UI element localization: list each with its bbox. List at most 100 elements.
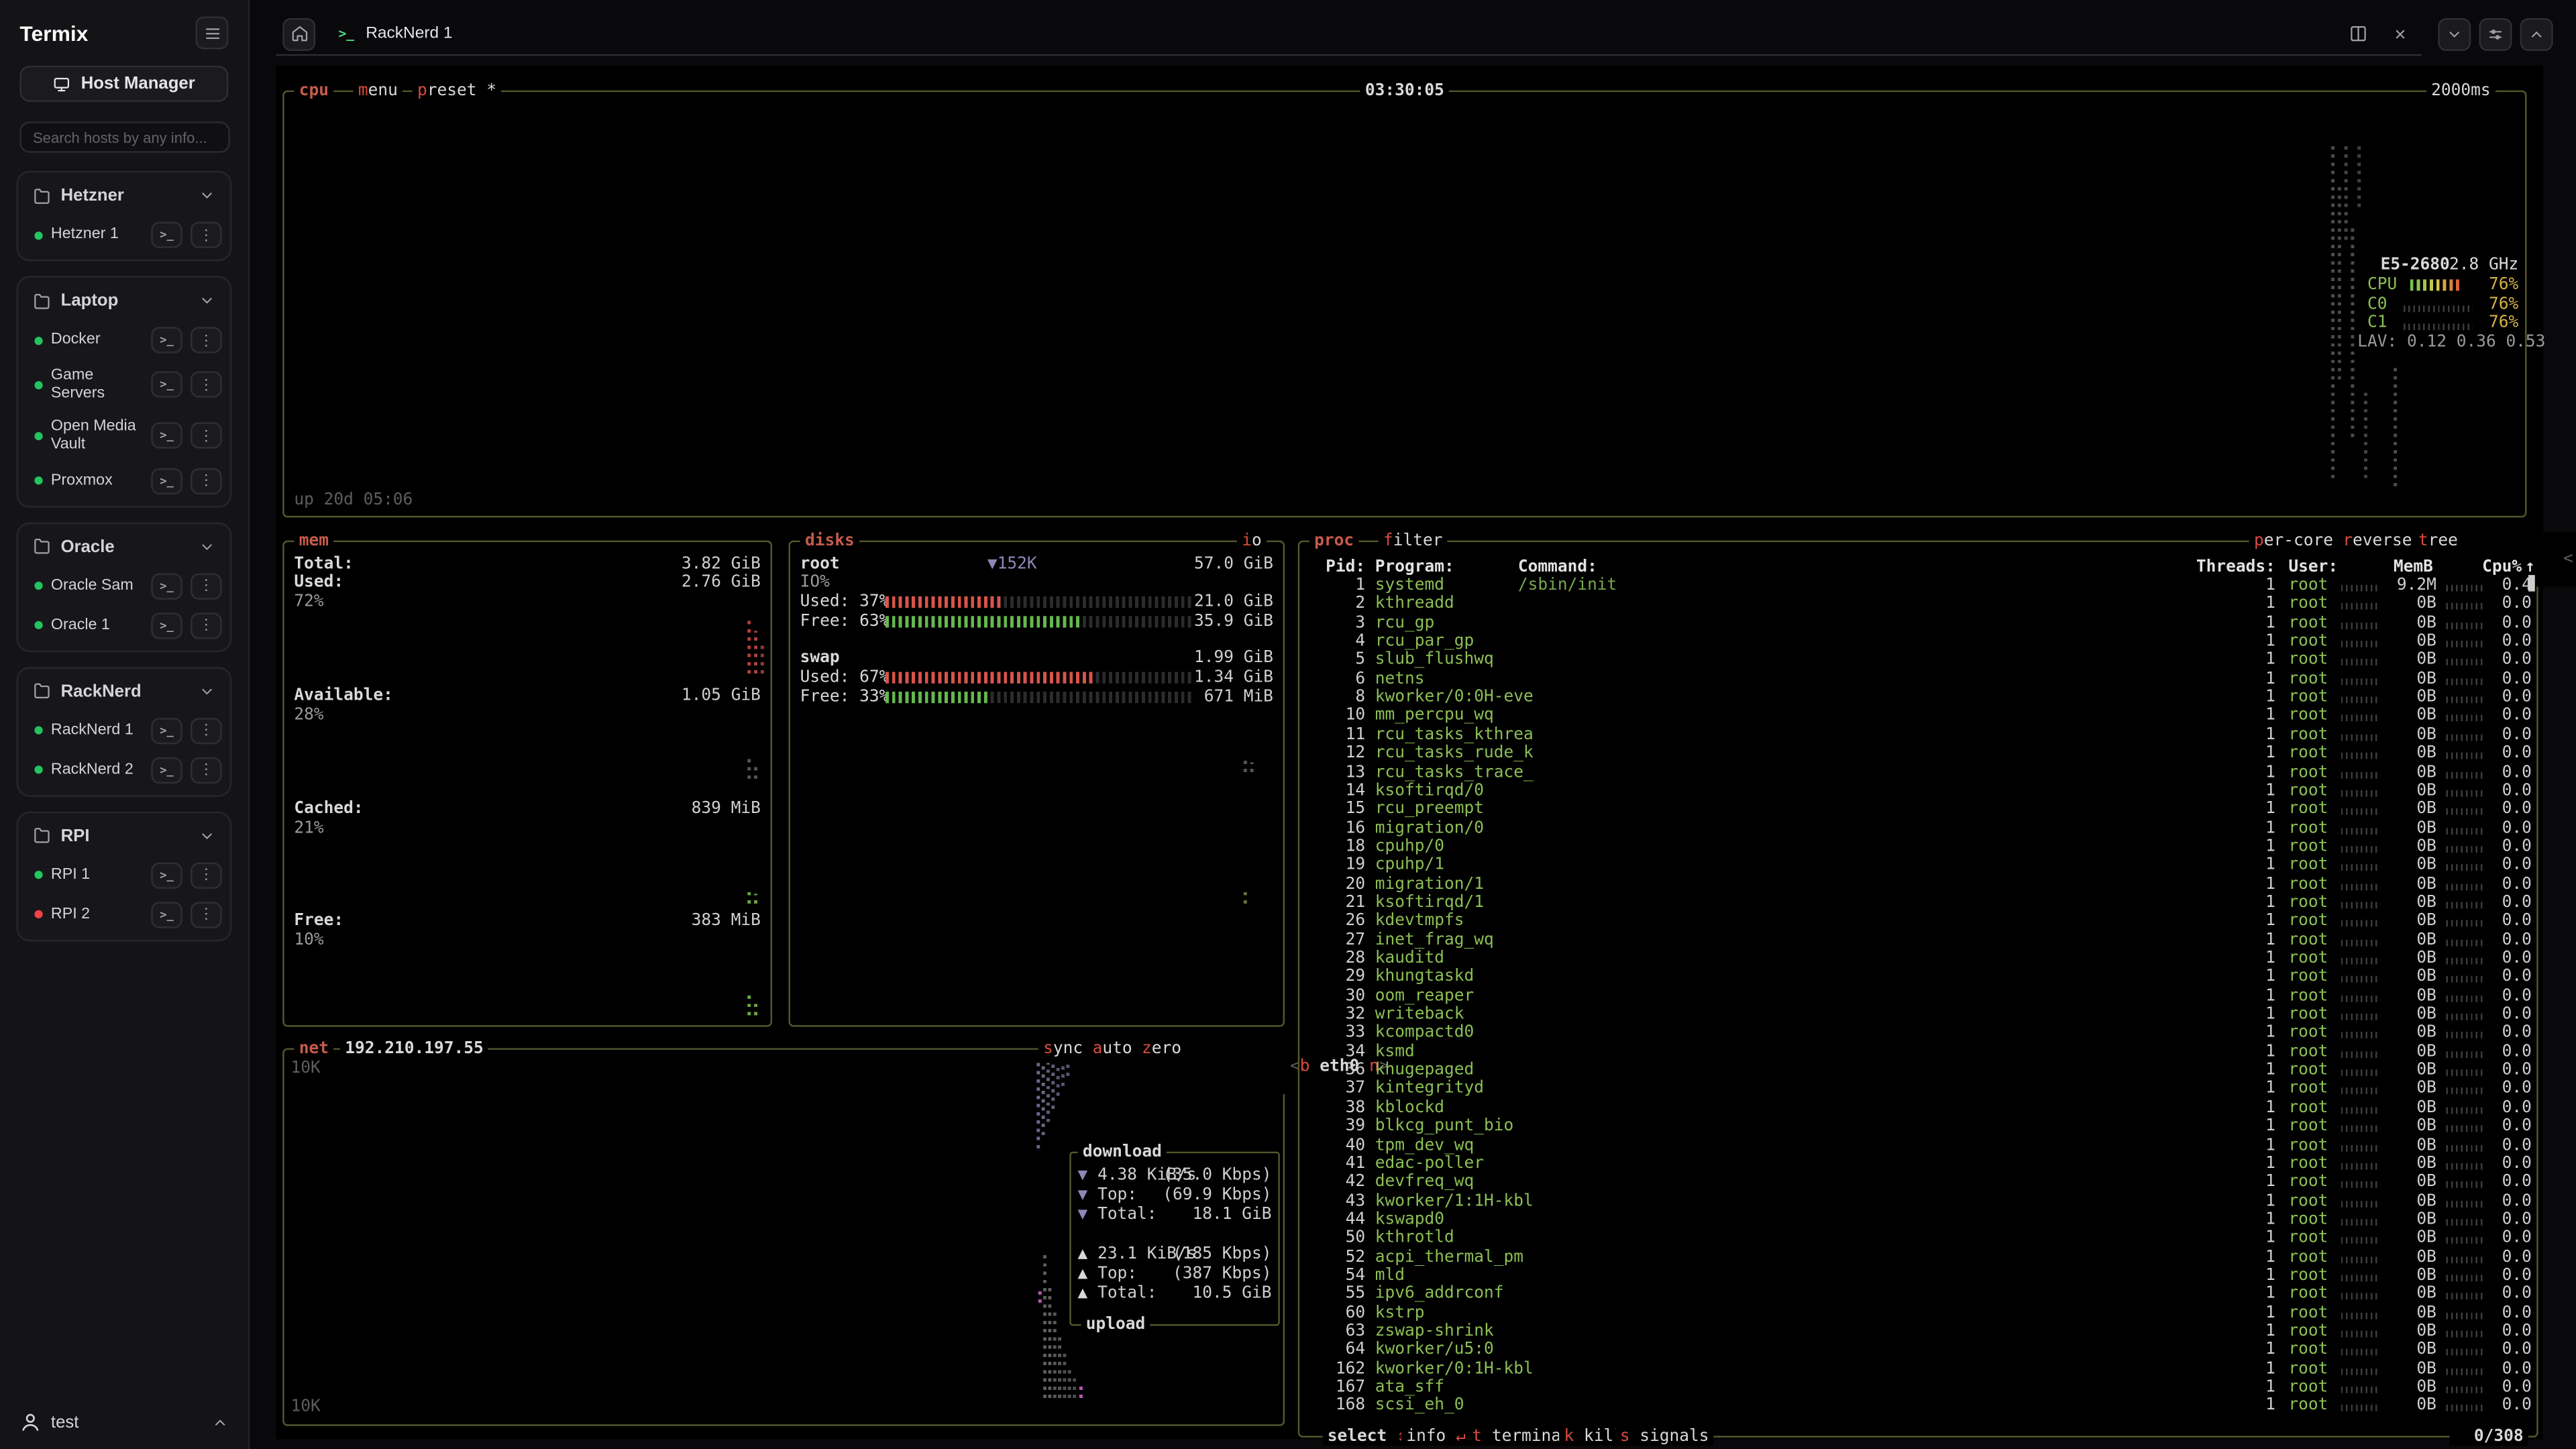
process-row[interactable]: 168scsi_eh_01root0B0.0	[1303, 1397, 2530, 1415]
host-item[interactable]: Open Media Vault>_⋮	[18, 411, 230, 461]
process-row[interactable]: 39blkcg_punt_bio1root0B0.0	[1303, 1118, 2530, 1136]
group-header[interactable]: Laptop	[18, 278, 230, 321]
scroll-down-button[interactable]	[2438, 18, 2471, 51]
host-menu-button[interactable]: ⋮	[191, 757, 222, 783]
process-row[interactable]: 38kblockd1root0B0.0	[1303, 1099, 2530, 1117]
host-menu-button[interactable]: ⋮	[191, 717, 222, 743]
group-header[interactable]: Hetzner	[18, 172, 230, 215]
connect-terminal-button[interactable]: >_	[151, 717, 182, 743]
connect-terminal-button[interactable]: >_	[151, 612, 182, 638]
host-menu-button[interactable]: ⋮	[191, 862, 222, 888]
process-row[interactable]: 55ipv6_addrconf1root0B0.0	[1303, 1285, 2530, 1303]
process-row[interactable]: 167ata_sff1root0B0.0	[1303, 1379, 2530, 1397]
process-row[interactable]: 6netns1root0B0.0	[1303, 670, 2530, 688]
process-row[interactable]: 28kauditd1root0B0.0	[1303, 950, 2530, 968]
sort-prev-arrow[interactable]: <	[2563, 550, 2573, 568]
hamburger-menu-button[interactable]	[195, 16, 228, 49]
process-row[interactable]: 11rcu_tasks_kthrea1root0B0.0	[1303, 726, 2530, 744]
process-row[interactable]: 40tpm_dev_wq1root0B0.0	[1303, 1136, 2530, 1154]
process-row[interactable]: 29khungtaskd1root0B0.0	[1303, 968, 2530, 986]
process-row[interactable]: 32writeback1root0B0.0	[1303, 1006, 2530, 1024]
process-row[interactable]: 3rcu_gp1root0B0.0	[1303, 614, 2530, 632]
process-row[interactable]: 50kthrotld1root0B0.0	[1303, 1229, 2530, 1247]
host-item[interactable]: RackNerd 1>_⋮	[18, 710, 230, 750]
sidebar-footer[interactable]: test	[0, 1398, 248, 1449]
host-item[interactable]: Oracle Sam>_⋮	[18, 566, 230, 606]
chevron-down-icon[interactable]	[193, 676, 222, 706]
process-row[interactable]: 52acpi_thermal_pm1root0B0.0	[1303, 1248, 2530, 1266]
process-row[interactable]: 1systemd/sbin/init1root9.2M0.4	[1303, 577, 2530, 595]
host-item[interactable]: Game Servers>_⋮	[18, 360, 230, 410]
process-row[interactable]: 41edac-poller1root0B0.0	[1303, 1155, 2530, 1173]
connect-terminal-button[interactable]: >_	[151, 862, 182, 888]
host-item[interactable]: Hetzner 1>_⋮	[18, 215, 230, 255]
split-view-button[interactable]	[2343, 19, 2372, 48]
host-item[interactable]: Proxmox>_⋮	[18, 461, 230, 500]
preset-button[interactable]: preset *	[413, 82, 502, 100]
process-row[interactable]: 26kdevtmpfs1root0B0.0	[1303, 912, 2530, 930]
process-row[interactable]: 60kstrp1root0B0.0	[1303, 1304, 2530, 1322]
host-menu-button[interactable]: ⋮	[191, 901, 222, 927]
process-row[interactable]: 4rcu_par_gp1root0B0.0	[1303, 633, 2530, 651]
host-menu-button[interactable]: ⋮	[191, 222, 222, 248]
process-row[interactable]: 12rcu_tasks_rude_k1root0B0.0	[1303, 745, 2530, 763]
process-row[interactable]: 16migration/01root0B0.0	[1303, 819, 2530, 837]
connect-terminal-button[interactable]: >_	[151, 372, 182, 398]
process-row[interactable]: 33kcompactd01root0B0.0	[1303, 1024, 2530, 1042]
host-menu-button[interactable]: ⋮	[191, 573, 222, 599]
process-row[interactable]: 36khugepaged1root0B0.0	[1303, 1061, 2530, 1079]
zero-toggle[interactable]: zero	[1137, 1040, 1187, 1058]
auto-toggle[interactable]: auto	[1087, 1040, 1137, 1058]
group-header[interactable]: Oracle	[18, 523, 230, 566]
sync-toggle[interactable]: sync	[1038, 1040, 1088, 1058]
process-row[interactable]: 42devfreq_wq1root0B0.0	[1303, 1173, 2530, 1191]
host-manager-button[interactable]: Host Manager	[19, 66, 228, 102]
process-row[interactable]: 20migration/11root0B0.0	[1303, 875, 2530, 893]
close-tab-button[interactable]: ×	[2385, 19, 2415, 48]
host-menu-button[interactable]: ⋮	[191, 423, 222, 449]
process-row[interactable]: 10mm_percpu_wq1root0B0.0	[1303, 707, 2530, 725]
host-menu-button[interactable]: ⋮	[191, 612, 222, 638]
host-menu-button[interactable]: ⋮	[191, 372, 222, 398]
connect-terminal-button[interactable]: >_	[151, 423, 182, 449]
host-menu-button[interactable]: ⋮	[191, 327, 222, 353]
process-row[interactable]: 15rcu_preempt1root0B0.0	[1303, 800, 2530, 818]
update-interval[interactable]: 2000ms	[2426, 82, 2496, 100]
process-row[interactable]: 14ksoftirqd/01root0B0.0	[1303, 782, 2530, 800]
connect-terminal-button[interactable]: >_	[151, 222, 182, 248]
process-row[interactable]: 27inet_frag_wq1root0B0.0	[1303, 931, 2530, 949]
process-row[interactable]: 37kintegrityd1root0B0.0	[1303, 1080, 2530, 1098]
chevron-down-icon[interactable]	[193, 180, 222, 210]
host-item[interactable]: RPI 2>_⋮	[18, 895, 230, 934]
process-row[interactable]: 8kworker/0:0H-eve1root0B0.0	[1303, 688, 2530, 706]
process-row[interactable]: 54mld1root0B0.0	[1303, 1267, 2530, 1285]
terminal[interactable]: cpu menu preset * 03:30:05 2000ms E5-268…	[276, 66, 2543, 1439]
process-row[interactable]: 13rcu_tasks_trace_1root0B0.0	[1303, 763, 2530, 782]
connect-terminal-button[interactable]: >_	[151, 573, 182, 599]
process-row[interactable]: 34ksmd1root0B0.0	[1303, 1042, 2530, 1061]
chevron-down-icon[interactable]	[193, 820, 222, 850]
scrollbar-thumb[interactable]	[2528, 575, 2535, 591]
scroll-up-button[interactable]	[2520, 18, 2553, 51]
chevron-down-icon[interactable]	[193, 286, 222, 315]
process-row[interactable]: 64kworker/u5:01root0B0.0	[1303, 1341, 2530, 1359]
process-row[interactable]: 30oom_reaper1root0B0.0	[1303, 987, 2530, 1005]
chevron-down-icon[interactable]	[193, 531, 222, 561]
search-input[interactable]	[19, 121, 229, 153]
info-key[interactable]: info ↵	[1401, 1428, 1470, 1446]
process-row[interactable]: 63zswap-shrink1root0B0.0	[1303, 1322, 2530, 1340]
group-header[interactable]: RackNerd	[18, 668, 230, 711]
tab-racknerd-1[interactable]: >_ RackNerd 1	[322, 15, 469, 52]
home-button[interactable]	[282, 17, 315, 50]
process-row[interactable]: 2kthreadd1root0B0.0	[1303, 595, 2530, 613]
io-toggle[interactable]: io	[1237, 532, 1267, 550]
process-row[interactable]: 44kswapd01root0B0.0	[1303, 1211, 2530, 1229]
process-row[interactable]: 162kworker/0:1H-kbl1root0B0.0	[1303, 1360, 2530, 1378]
process-row[interactable]: 5slub_flushwq1root0B0.0	[1303, 651, 2530, 669]
signals-key[interactable]: s signals	[1615, 1428, 1713, 1446]
host-item[interactable]: RackNerd 2>_⋮	[18, 750, 230, 790]
tools-button[interactable]	[2479, 18, 2512, 51]
host-item[interactable]: Oracle 1>_⋮	[18, 606, 230, 645]
host-menu-button[interactable]: ⋮	[191, 468, 222, 494]
process-row[interactable]: 18cpuhp/01root0B0.0	[1303, 838, 2530, 856]
